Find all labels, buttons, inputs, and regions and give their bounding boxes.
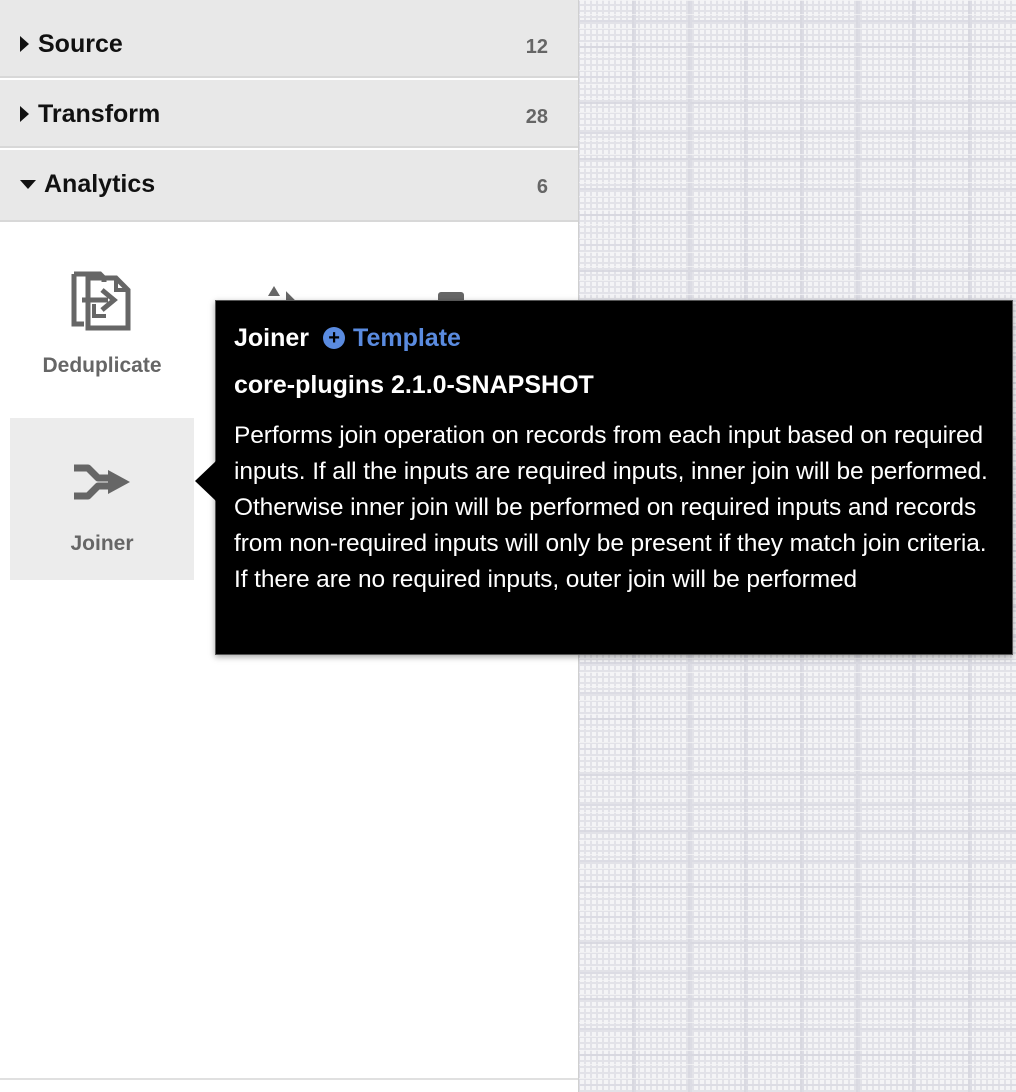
group-count: 6 <box>536 176 548 198</box>
caret-right-icon <box>20 106 29 122</box>
caret-down-icon <box>20 180 36 189</box>
joiner-icon <box>74 464 130 500</box>
add-template-link[interactable]: + Template <box>323 324 461 353</box>
group-label: Source <box>38 30 123 58</box>
plugin-label: Deduplicate <box>42 354 162 377</box>
group-header-source[interactable]: Source 12 <box>0 10 578 78</box>
plugin-label: Joiner <box>70 532 134 555</box>
tooltip-arrow <box>195 461 216 501</box>
tooltip-plugin-name: Joiner <box>234 323 310 352</box>
tooltip-artifact: core-plugins 2.1.0-SNAPSHOT <box>234 371 594 399</box>
plus-circle-icon: + <box>323 327 346 349</box>
tooltip-description: Performs join operation on records from … <box>234 422 988 593</box>
group-label: Transform <box>38 100 161 128</box>
tooltip-title-row: Joiner + Template <box>234 321 994 355</box>
group-header-transform[interactable]: Transform 28 <box>0 80 578 148</box>
group-header-analytics[interactable]: Analytics 6 <box>0 150 578 222</box>
group-count: 12 <box>525 36 548 58</box>
group-count: 28 <box>525 106 548 128</box>
sidebar-divider <box>0 1078 578 1080</box>
template-label: Template <box>353 323 461 352</box>
plugin-tile-joiner[interactable]: Joiner <box>10 418 194 580</box>
deduplicate-icon <box>71 271 131 331</box>
group-label: Analytics <box>44 170 156 198</box>
plugin-tooltip: Joiner + Template core-plugins 2.1.0-SNA… <box>195 300 1013 655</box>
caret-right-icon <box>20 36 29 52</box>
plugin-tile-deduplicate[interactable]: Deduplicate <box>10 240 194 402</box>
